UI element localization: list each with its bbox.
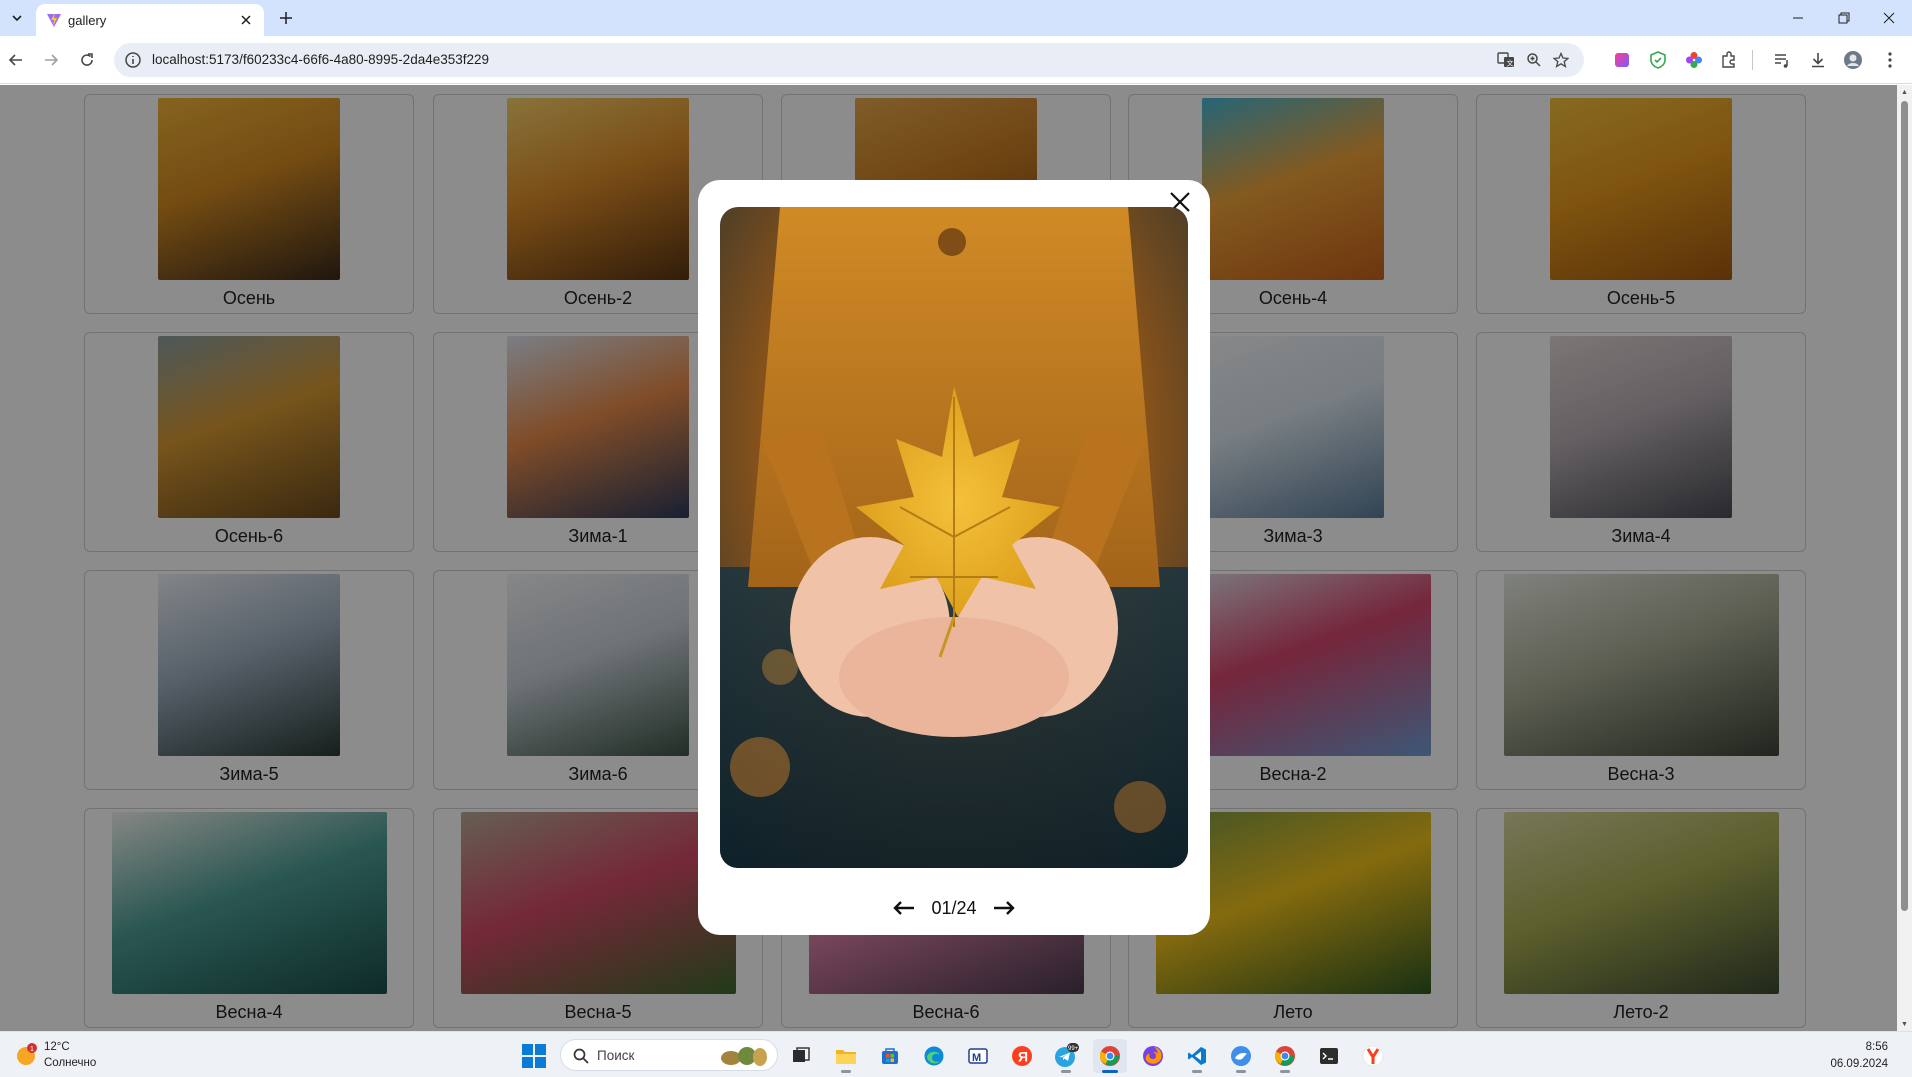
tab-close-icon[interactable]	[236, 10, 256, 30]
store-icon[interactable]	[873, 1039, 907, 1073]
clock-date[interactable]: 06.09.2024	[1830, 1058, 1888, 1070]
profile-avatar-icon[interactable]	[1843, 50, 1863, 70]
window-close-icon[interactable]	[1866, 0, 1912, 36]
tab-title: gallery	[68, 13, 107, 28]
vite-favicon-icon	[47, 13, 61, 27]
downloads-icon[interactable]	[1808, 50, 1828, 70]
extensions-puzzle-icon[interactable]	[1719, 50, 1739, 70]
image-modal: 01/24	[698, 180, 1210, 935]
chrome-icon[interactable]	[1093, 1039, 1127, 1073]
browser-menu-icon[interactable]	[1880, 50, 1900, 70]
edge-icon[interactable]	[917, 1039, 951, 1073]
arrow-right-icon[interactable]	[991, 895, 1017, 921]
restore-icon[interactable]	[1821, 0, 1867, 36]
chrome-alt-icon[interactable]	[1268, 1039, 1302, 1073]
page-viewport: ОсеньОсень-2Осень-3Осень-4Осень-5Осень-6…	[0, 85, 1897, 1031]
image-counter: 01/24	[931, 897, 977, 918]
telegram-icon[interactable]: 99+	[1049, 1039, 1083, 1073]
minimize-icon[interactable]	[1775, 0, 1821, 36]
weather-badge: 1	[30, 1046, 34, 1053]
search-highlight-icon	[721, 1047, 767, 1066]
search-icon	[573, 1048, 589, 1064]
browser-toolbar: localhost:5173/f60233c4-66f6-4a80-8995-2…	[0, 36, 1912, 84]
new-tab-icon[interactable]	[274, 6, 298, 30]
browser-tabstrip: gallery	[0, 0, 1912, 36]
chevron-down-icon	[12, 15, 22, 22]
search-placeholder: Поиск	[597, 1048, 635, 1063]
file-explorer-icon[interactable]	[829, 1039, 863, 1073]
extension-flower-icon[interactable]	[1684, 50, 1704, 70]
forward-icon[interactable]	[37, 46, 65, 74]
yandex-browser-icon[interactable]	[1356, 1039, 1390, 1073]
url-text[interactable]: localhost:5173/f60233c4-66f6-4a80-8995-2…	[152, 52, 489, 67]
firefox-icon[interactable]	[1136, 1039, 1170, 1073]
svg-text:M: M	[972, 1052, 981, 1064]
weather-temperature[interactable]: 12°C	[44, 1041, 70, 1053]
sun-weather-icon[interactable]: 1	[14, 1043, 38, 1067]
svg-text:Я: Я	[1018, 1049, 1028, 1065]
address-bar[interactable]: localhost:5173/f60233c4-66f6-4a80-8995-2…	[114, 43, 1584, 77]
scroll-thumb[interactable]	[1901, 101, 1908, 911]
weather-description[interactable]: Солнечно	[44, 1057, 96, 1069]
back-icon[interactable]	[2, 46, 30, 74]
extension-color-icon[interactable]	[1612, 50, 1632, 70]
modal-pagination: 01/24	[698, 894, 1210, 922]
svg-text:文: 文	[1507, 59, 1514, 68]
reload-icon[interactable]	[73, 46, 101, 74]
zoom-icon[interactable]	[1524, 50, 1544, 70]
translate-icon[interactable]: 文	[1496, 50, 1516, 70]
vscode-icon[interactable]	[1180, 1039, 1214, 1073]
bookmark-star-icon[interactable]	[1551, 50, 1571, 70]
taskbar: 1 12°C Солнечно Поиск M Я 99+ 8:56 06.09…	[0, 1031, 1912, 1077]
start-button[interactable]	[522, 1044, 546, 1068]
page-scrollbar[interactable]: ▲ ▼	[1897, 85, 1912, 1031]
telegram-badge: 99+	[1068, 1046, 1079, 1052]
scroll-down-icon[interactable]: ▼	[1897, 1017, 1912, 1031]
taskbar-search[interactable]: Поиск	[560, 1039, 778, 1071]
taskview-icon[interactable]	[784, 1039, 818, 1073]
toolbar-divider	[1752, 50, 1753, 70]
media-controls-icon[interactable]	[1772, 50, 1792, 70]
browser-tab-gallery[interactable]: gallery	[36, 4, 264, 36]
extension-shield-icon[interactable]	[1648, 50, 1668, 70]
mail-app-icon[interactable]: M	[961, 1039, 995, 1073]
site-info-icon[interactable]	[124, 51, 142, 69]
tab-search-button[interactable]	[6, 7, 28, 29]
scroll-up-icon[interactable]: ▲	[1897, 85, 1912, 99]
modal-image	[720, 207, 1188, 868]
yandex-icon[interactable]: Я	[1005, 1039, 1039, 1073]
clock-time[interactable]: 8:56	[1866, 1041, 1888, 1053]
terminal-icon[interactable]	[1312, 1039, 1346, 1073]
arrow-left-icon[interactable]	[891, 895, 917, 921]
messenger-bird-icon[interactable]	[1224, 1039, 1258, 1073]
